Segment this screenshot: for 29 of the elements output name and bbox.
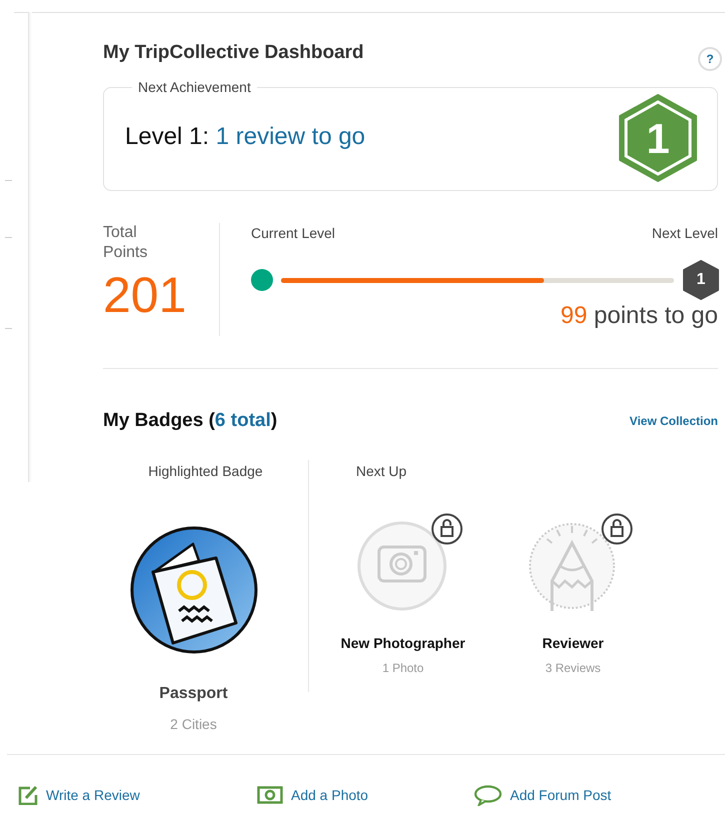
action-link[interactable]: Write a Review (46, 784, 140, 806)
dashboard-title: My TripCollective Dashboard (103, 40, 364, 65)
points-to-go: 99 points to go (560, 301, 718, 331)
badge-detail: 3 Reviews (545, 660, 601, 676)
next-level-label: Next Level (652, 224, 718, 243)
points-label: Total Points (103, 223, 148, 263)
achievement-legend: Next Achievement (132, 77, 257, 98)
highlighted-badge-label: Highlighted Badge (148, 462, 263, 481)
next-up-label: Next Up (356, 462, 408, 481)
hexagon-icon (682, 260, 720, 300)
badge-name: New Photographer (340, 634, 466, 653)
action-link[interactable]: Add a Photo (291, 784, 368, 806)
level-number: 1 (646, 114, 670, 164)
achievement-text: Level 1: 1 review to go (125, 122, 366, 152)
badge-name: Passport (159, 684, 228, 704)
camera-icon (257, 785, 283, 805)
badge-detail: 2 Cities (170, 714, 217, 734)
help-button[interactable]: ? (698, 47, 722, 71)
points-value: 201 (103, 267, 188, 323)
level-number: 1 (696, 270, 706, 290)
current-level-label: Current Level (251, 224, 336, 243)
edit-icon (18, 785, 38, 805)
hexagon-icon (617, 94, 699, 182)
badges-heading: My Badges (6 total) (103, 409, 278, 433)
view-collection-link[interactable]: View Collection (630, 412, 718, 430)
badge-name: Reviewer (542, 634, 604, 652)
speech-bubble-icon (474, 784, 502, 806)
badge-detail: 1 Photo (382, 660, 424, 676)
action-link[interactable]: Add Forum Post (510, 784, 612, 806)
